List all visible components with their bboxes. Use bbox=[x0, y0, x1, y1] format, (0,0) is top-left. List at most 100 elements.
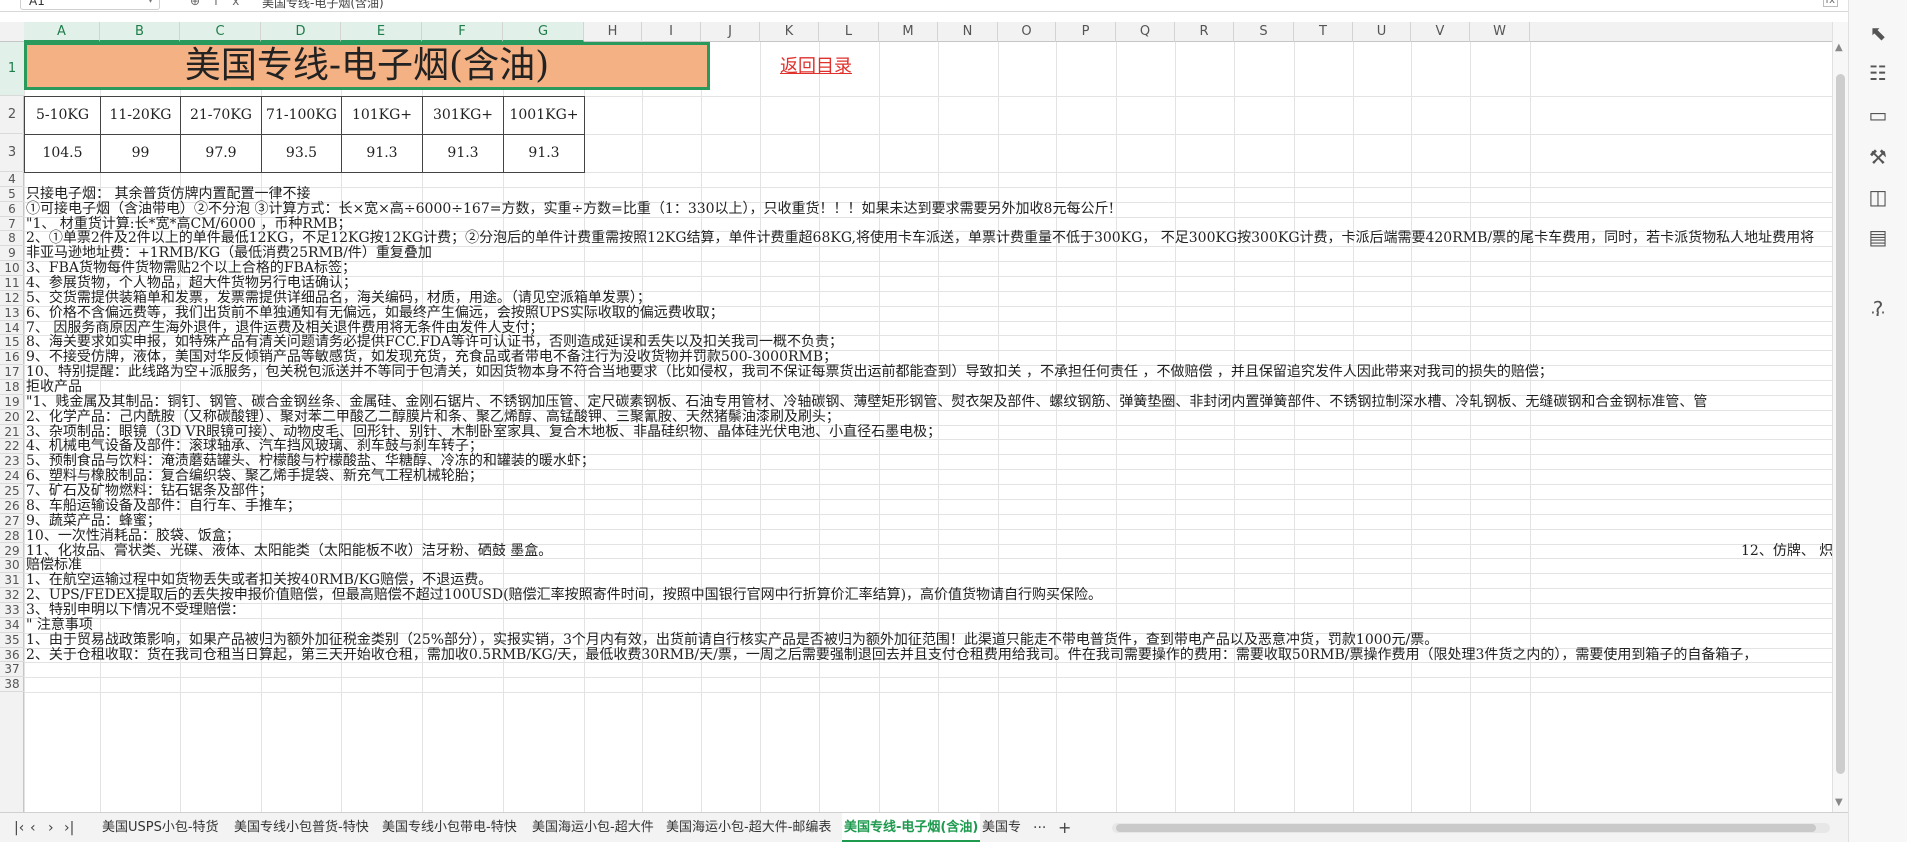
row-header-27[interactable]: 27 bbox=[0, 514, 24, 529]
back-to-index-link[interactable]: 返回目录 bbox=[780, 52, 852, 78]
column-header-O[interactable]: O bbox=[998, 22, 1056, 42]
row-header-7[interactable]: 7 bbox=[0, 217, 24, 232]
column-header-H[interactable]: H bbox=[584, 22, 642, 42]
sheet-tab[interactable]: 美国专 bbox=[980, 813, 1023, 842]
row-header-26[interactable]: 26 bbox=[0, 499, 24, 514]
column-header-G[interactable]: G bbox=[503, 22, 584, 42]
weight-range-cell[interactable]: 71-100KG bbox=[261, 96, 342, 135]
weight-range-cell[interactable]: 301KG+ bbox=[422, 96, 504, 135]
row-header-36[interactable]: 36 bbox=[0, 648, 24, 663]
column-header-S[interactable]: S bbox=[1234, 22, 1294, 42]
row-header-18[interactable]: 18 bbox=[0, 380, 24, 395]
column-header-V[interactable]: V bbox=[1411, 22, 1470, 42]
column-header-A[interactable]: A bbox=[24, 22, 100, 42]
sheet-tab[interactable]: 美国专线-电子烟(含油) bbox=[842, 813, 981, 842]
prev-sheet-icon[interactable]: ‹ bbox=[30, 820, 36, 836]
weight-range-cell[interactable]: 21-70KG bbox=[180, 96, 262, 135]
row-header-38[interactable]: 38 bbox=[0, 677, 24, 693]
sheet-title-cell[interactable]: 美国专线-电子烟(含油) bbox=[24, 42, 710, 90]
column-header-T[interactable]: T bbox=[1294, 22, 1353, 42]
row-header-23[interactable]: 23 bbox=[0, 454, 24, 470]
column-header-P[interactable]: P bbox=[1056, 22, 1116, 42]
row-header-31[interactable]: 31 bbox=[0, 573, 24, 589]
chevron-down-icon[interactable]: ▾ bbox=[148, 0, 153, 9]
row-header-33[interactable]: 33 bbox=[0, 603, 24, 618]
horizontal-scrollbar[interactable] bbox=[1112, 823, 1830, 833]
row-header-37[interactable]: 37 bbox=[0, 662, 24, 678]
price-cell[interactable]: 104.5 bbox=[24, 134, 101, 173]
column-header-Q[interactable]: Q bbox=[1116, 22, 1175, 42]
column-header-E[interactable]: E bbox=[341, 22, 422, 42]
row-header-8[interactable]: 8 bbox=[0, 231, 24, 247]
column-header-U[interactable]: U bbox=[1353, 22, 1411, 42]
column-header-M[interactable]: M bbox=[879, 22, 938, 42]
zoom-icon[interactable]: ⊕ bbox=[190, 0, 214, 8]
row-header-22[interactable]: 22 bbox=[0, 439, 24, 455]
note-line[interactable]: 10、特别提醒：此线路为空+派服务，包关税包派送并不等同于包清关，如因货物本身不… bbox=[26, 363, 1553, 381]
sheet-tab[interactable]: 美国专线小包带电-特快 bbox=[380, 813, 519, 842]
row-header-34[interactable]: 34 bbox=[0, 618, 24, 633]
row-header-21[interactable]: 21 bbox=[0, 425, 24, 440]
price-cell[interactable]: 99 bbox=[100, 134, 181, 173]
row-header-32[interactable]: 32 bbox=[0, 588, 24, 603]
column-header-L[interactable]: L bbox=[819, 22, 879, 42]
formula-input[interactable]: 美国专线-电子烟(含油) bbox=[262, 0, 384, 11]
weight-range-cell[interactable]: 1001KG+ bbox=[503, 96, 585, 135]
weight-range-cell[interactable]: 101KG+ bbox=[341, 96, 423, 135]
horizontal-scroll-thumb[interactable] bbox=[1116, 824, 1816, 832]
more-tabs-icon[interactable]: ··· bbox=[1033, 820, 1046, 836]
sliders-icon[interactable]: ☷ bbox=[1865, 60, 1891, 86]
column-header-N[interactable]: N bbox=[938, 22, 998, 42]
row-header-1[interactable]: 1 bbox=[0, 42, 24, 96]
price-cell[interactable]: 91.3 bbox=[422, 134, 504, 173]
row-header-19[interactable]: 19 bbox=[0, 395, 24, 410]
cursor-icon[interactable]: ⬉ bbox=[1865, 20, 1891, 46]
column-header-W[interactable]: W bbox=[1470, 22, 1530, 42]
name-box[interactable]: A1 ▾ bbox=[20, 0, 160, 10]
fx-label[interactable]: fx bbox=[214, 0, 253, 8]
column-header-C[interactable]: C bbox=[180, 22, 261, 42]
book-icon[interactable]: ▤ bbox=[1865, 224, 1891, 250]
column-header-J[interactable]: J bbox=[701, 22, 760, 42]
last-sheet-icon[interactable]: ›| bbox=[64, 820, 74, 836]
row-header-25[interactable]: 25 bbox=[0, 484, 24, 499]
sheet-tab[interactable]: 美国专线小包普货-特快 bbox=[232, 813, 371, 842]
row-header-13[interactable]: 13 bbox=[0, 306, 24, 321]
column-header-F[interactable]: F bbox=[422, 22, 503, 42]
column-header-K[interactable]: K bbox=[760, 22, 819, 42]
weight-range-cell[interactable]: 11-20KG bbox=[100, 96, 181, 135]
scroll-up-icon[interactable]: ▲ bbox=[1835, 42, 1843, 53]
chart-icon[interactable]: ◫ bbox=[1865, 184, 1891, 210]
price-cell[interactable]: 93.5 bbox=[261, 134, 342, 173]
column-header-B[interactable]: B bbox=[100, 22, 180, 42]
cell-grid[interactable]: 美国专线-电子烟(含油) 返回目录 5-10KG 11-20KG 21-70KG 71… bbox=[24, 42, 1832, 812]
row-header-9[interactable]: 9 bbox=[0, 246, 24, 262]
row-header-2[interactable]: 2 bbox=[0, 96, 24, 134]
row-header-3[interactable]: 3 bbox=[0, 134, 24, 172]
price-cell[interactable]: 91.3 bbox=[503, 134, 585, 173]
sheet-tab[interactable]: 美国USPS小包-特货 bbox=[100, 813, 221, 842]
column-header-I[interactable]: I bbox=[642, 22, 701, 42]
row-header-12[interactable]: 12 bbox=[0, 291, 24, 306]
row-header-20[interactable]: 20 bbox=[0, 410, 24, 425]
row-header-4[interactable]: 4 bbox=[0, 172, 24, 187]
row-header-24[interactable]: 24 bbox=[0, 469, 24, 485]
row-header-5[interactable]: 5 bbox=[0, 187, 24, 202]
row-header-6[interactable]: 6 bbox=[0, 202, 24, 217]
comment-icon[interactable]: ▭ bbox=[1865, 102, 1891, 128]
row-header-30[interactable]: 30 bbox=[0, 558, 24, 574]
wrench-icon[interactable]: ⚒ bbox=[1865, 144, 1891, 170]
note-line[interactable]: 11、化妆品、膏状类、光碟、液体、太阳能类（太阳能板不收）洁牙粉、硒鼓 墨盒。 bbox=[26, 542, 552, 560]
row-header-14[interactable]: 14 bbox=[0, 321, 24, 336]
price-cell[interactable]: 97.9 bbox=[180, 134, 262, 173]
vertical-scroll-thumb[interactable] bbox=[1836, 74, 1845, 774]
row-header-11[interactable]: 11 bbox=[0, 276, 24, 291]
scroll-down-icon[interactable]: ▼ bbox=[1835, 797, 1843, 808]
vertical-scrollbar[interactable]: ▲ ▼ bbox=[1832, 22, 1848, 812]
column-header-R[interactable]: R bbox=[1175, 22, 1234, 42]
row-header-35[interactable]: 35 bbox=[0, 633, 24, 648]
column-header-D[interactable]: D bbox=[261, 22, 341, 42]
row-header-17[interactable]: 17 bbox=[0, 365, 24, 381]
sheet-tab[interactable]: 美国海运小包-超大件 bbox=[530, 813, 656, 842]
weight-range-cell[interactable]: 5-10KG bbox=[24, 96, 101, 135]
